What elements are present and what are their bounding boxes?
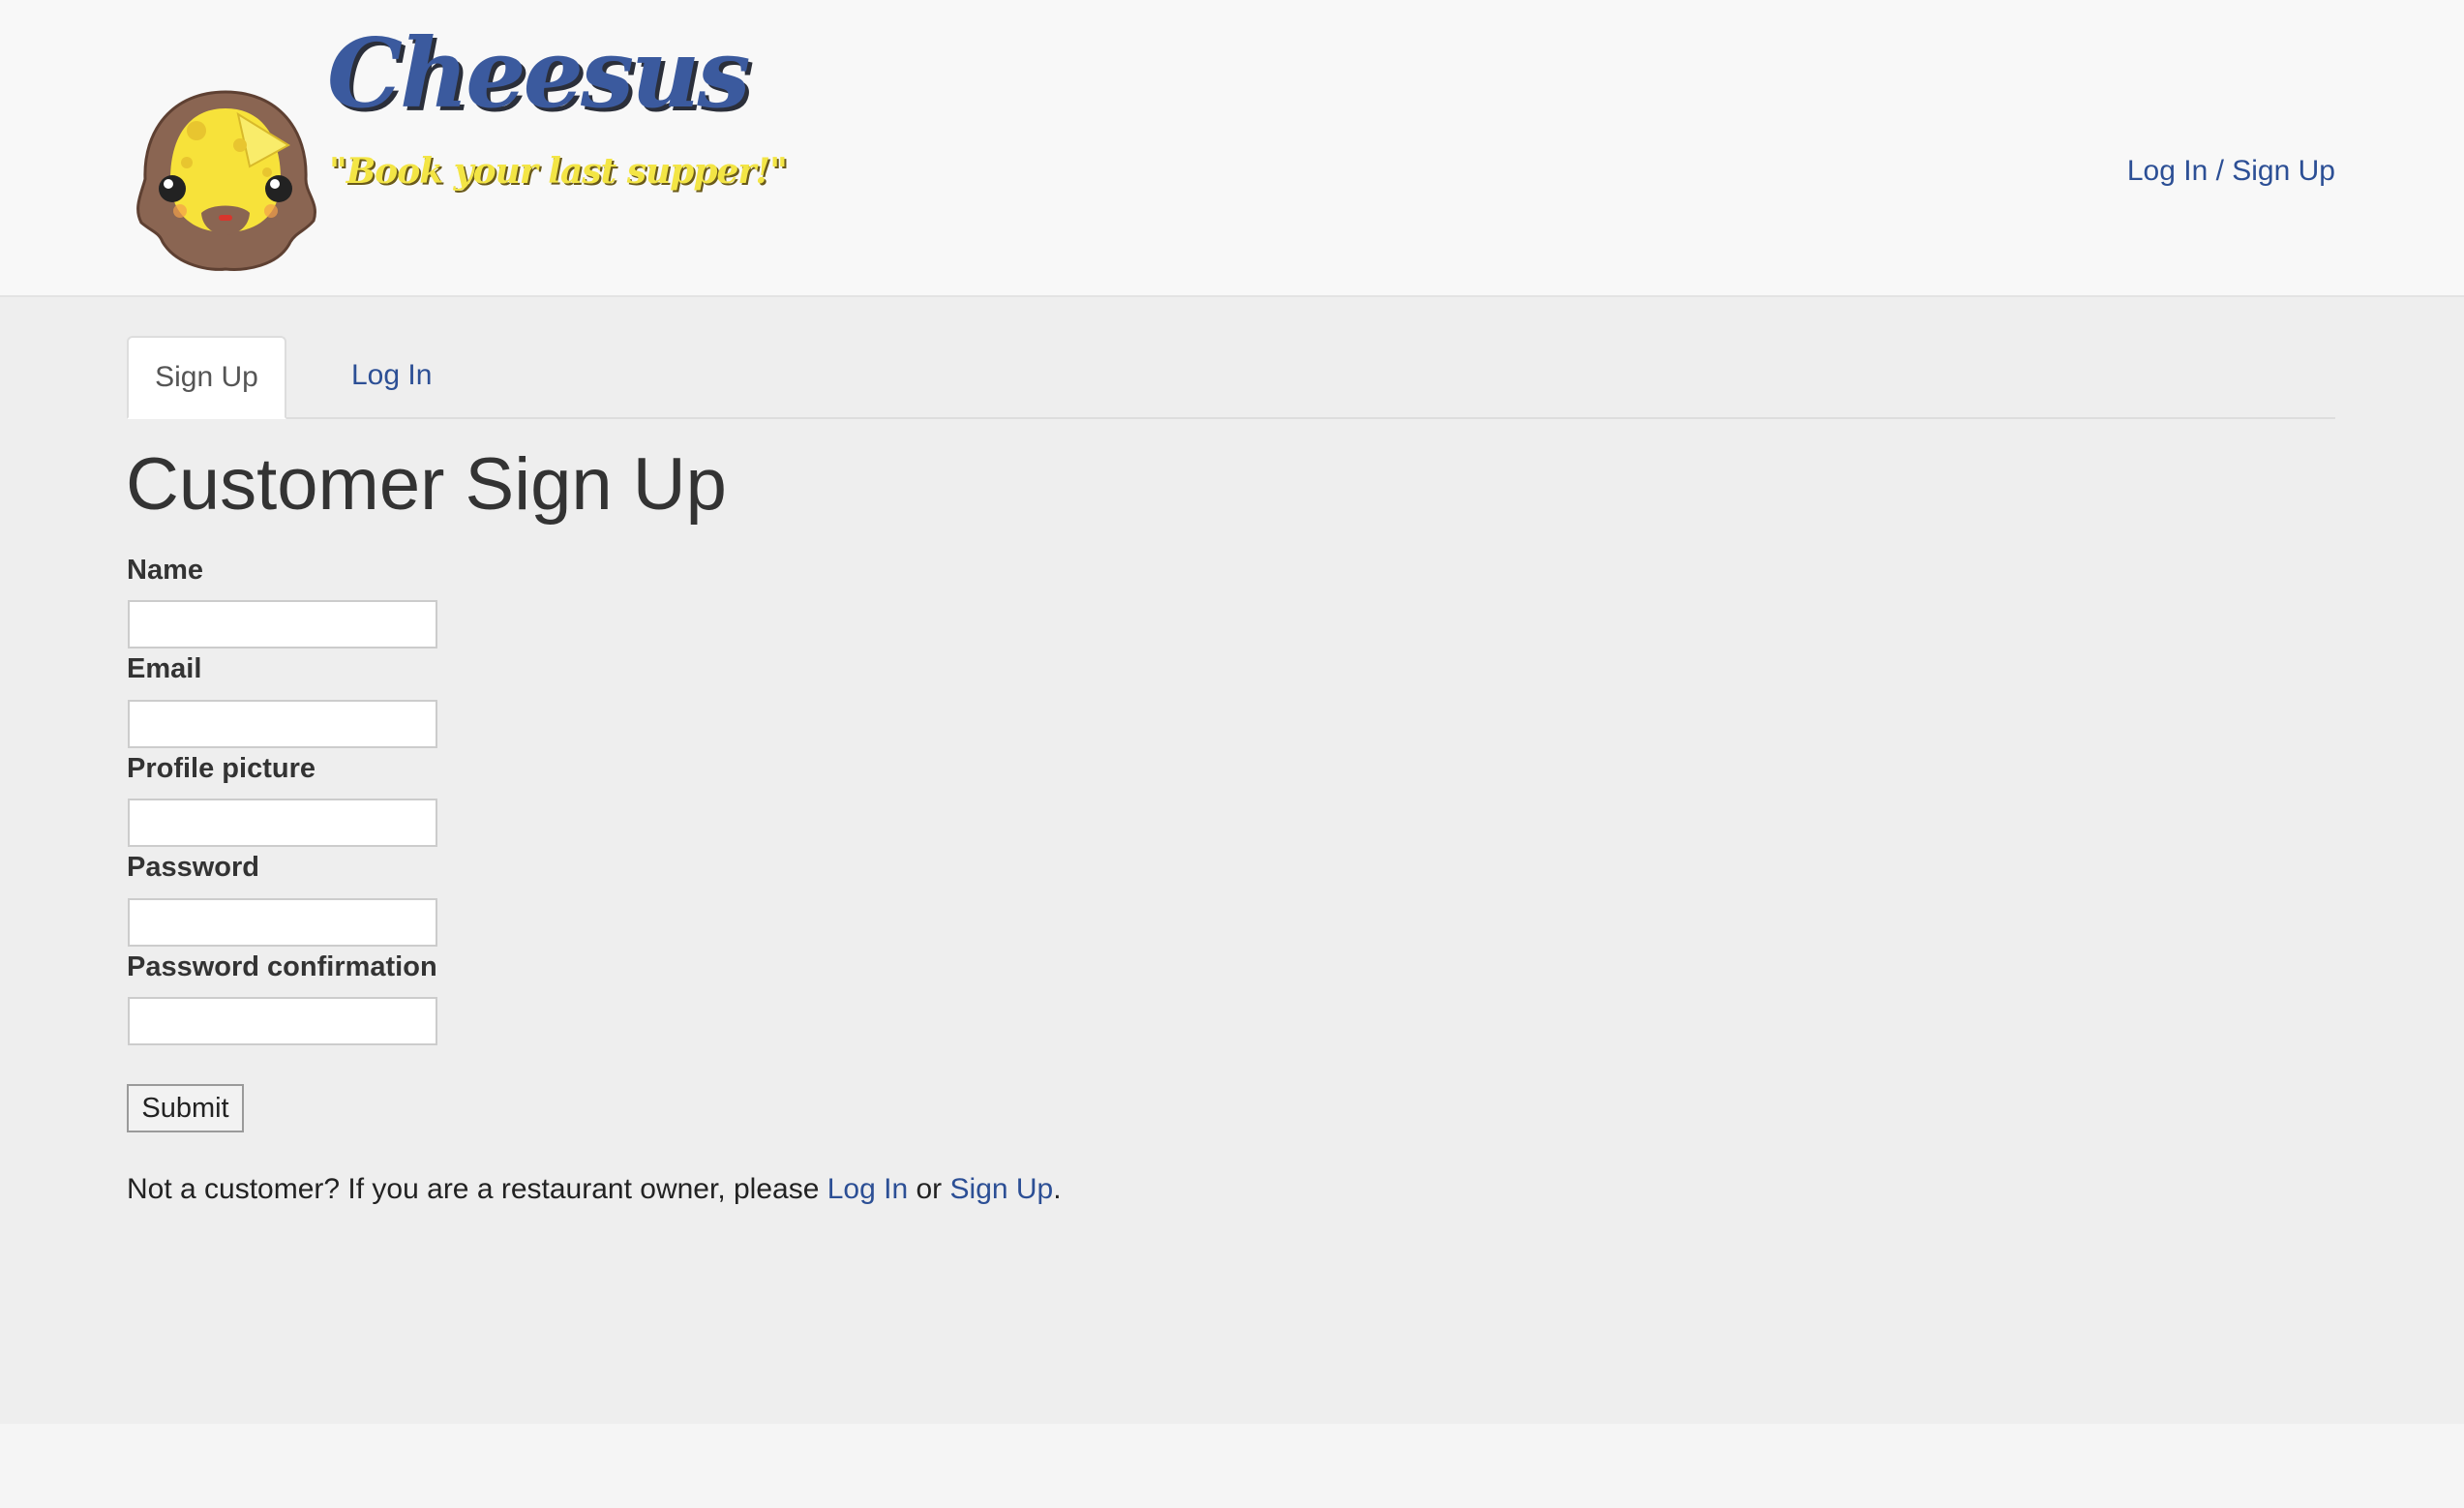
page-title: Customer Sign Up [126, 443, 727, 526]
note-prefix: Not a customer? If you are a restaurant … [127, 1173, 827, 1205]
tagline: "Book your last supper!" [329, 151, 788, 192]
owner-login-link[interactable]: Log In [827, 1173, 908, 1205]
note-middle: or [908, 1173, 950, 1205]
tab-sign-up[interactable]: Sign Up [127, 336, 286, 419]
password-confirmation-field[interactable] [128, 997, 437, 1045]
auth-tabs: Sign Up Log In [127, 336, 2335, 419]
submit-button[interactable]: Submit [127, 1084, 244, 1132]
password-label: Password [127, 852, 259, 883]
profile-picture-label: Profile picture [127, 753, 316, 784]
name-field[interactable] [128, 600, 437, 648]
site-header: Cheesus "Book your last supper!" Log In … [0, 0, 2464, 297]
email-label: Email [127, 653, 202, 684]
page-footer [0, 1424, 2464, 1508]
tab-log-in[interactable]: Log In [320, 336, 463, 415]
cheese-jesus-logo-icon[interactable] [134, 87, 317, 271]
name-label: Name [127, 555, 203, 586]
profile-picture-field[interactable] [128, 799, 437, 847]
note-suffix: . [1053, 1173, 1062, 1205]
login-signup-link[interactable]: Log In / Sign Up [2127, 155, 2335, 188]
password-confirmation-label: Password confirmation [127, 951, 437, 982]
restaurant-owner-note: Not a customer? If you are a restaurant … [127, 1173, 1062, 1206]
main-content: Sign Up Log In Customer Sign Up Name Ema… [0, 297, 2464, 1424]
password-field[interactable] [128, 898, 437, 947]
owner-signup-link[interactable]: Sign Up [950, 1173, 1054, 1205]
brand-name[interactable]: Cheesus [327, 27, 751, 122]
email-field[interactable] [128, 700, 437, 748]
